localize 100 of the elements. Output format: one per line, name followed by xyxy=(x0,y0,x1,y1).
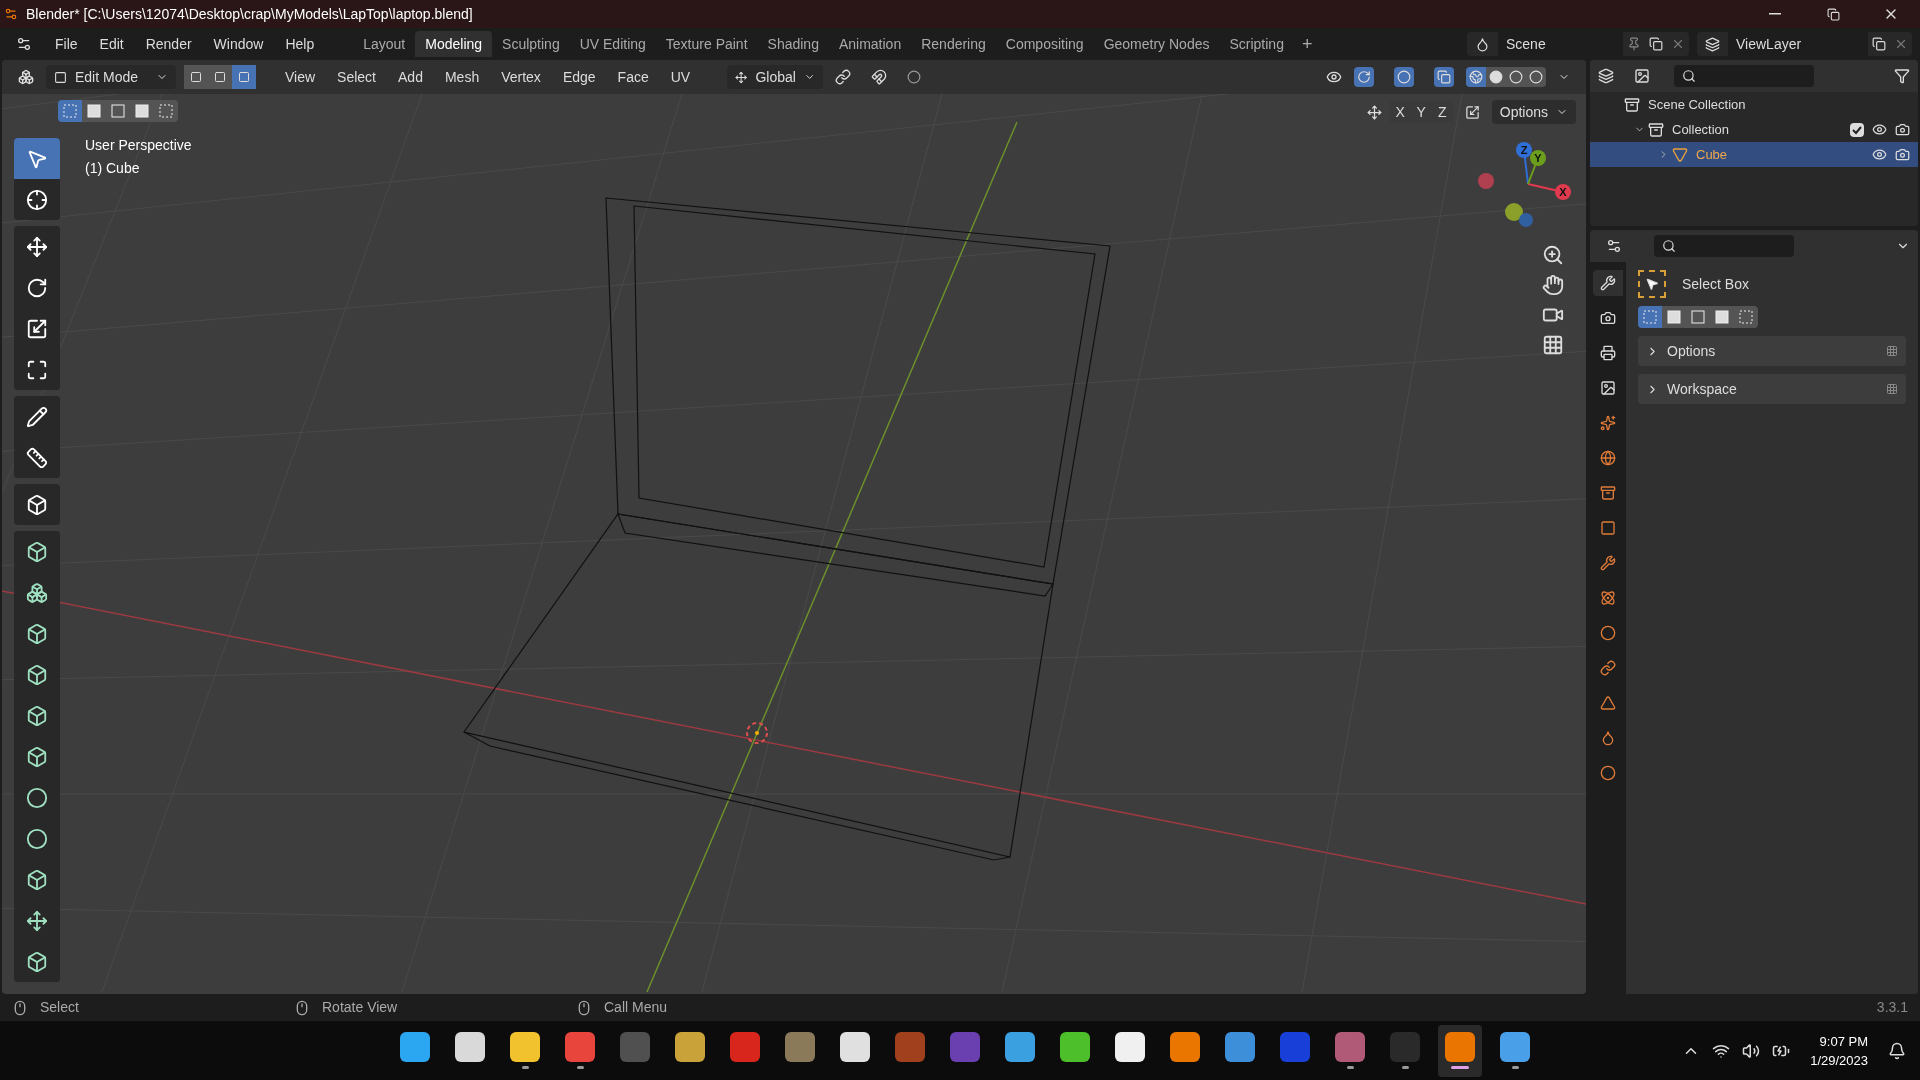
outliner-row[interactable]: Collection xyxy=(1590,117,1918,142)
menu-item[interactable]: Window xyxy=(202,31,275,57)
gizmo-axis-handle[interactable]: X xyxy=(1555,184,1571,200)
gizmo-axis-handle[interactable]: Z xyxy=(1516,142,1532,158)
menu-item[interactable]: UV xyxy=(661,65,700,89)
axis-dot[interactable] xyxy=(1519,213,1533,227)
workspace-tab[interactable]: Compositing xyxy=(995,31,1094,57)
drag-handle-icon[interactable] xyxy=(1886,383,1898,395)
workspace-tab[interactable]: Geometry Nodes xyxy=(1093,31,1220,57)
search-field[interactable] xyxy=(1674,65,1814,87)
clock-time[interactable]: 9:07 PM xyxy=(1819,1031,1868,1051)
square-icon xyxy=(1715,310,1729,324)
blender-menu-icon[interactable] xyxy=(16,36,32,52)
volume-icon[interactable] xyxy=(1742,1041,1761,1060)
select-mode-button[interactable] xyxy=(208,65,232,89)
workspace-tab[interactable]: Modeling xyxy=(415,31,493,57)
taskbar-app[interactable] xyxy=(1438,1024,1482,1077)
properties-tab[interactable] xyxy=(1593,270,1623,296)
selection-mode-button[interactable] xyxy=(1734,306,1758,328)
workspace-tab[interactable]: Texture Paint xyxy=(655,31,758,57)
outliner-row[interactable]: Scene Collection xyxy=(1590,92,1918,117)
snap-icon[interactable] xyxy=(1464,104,1480,120)
axis-dot[interactable] xyxy=(1478,173,1494,189)
square-icon xyxy=(159,104,173,118)
collection-icon xyxy=(1648,121,1664,138)
visibility-icon[interactable] xyxy=(1326,69,1342,85)
workspace-tab[interactable]: UV Editing xyxy=(569,31,656,57)
menu-item[interactable]: Face xyxy=(608,65,658,89)
grid-icon[interactable] xyxy=(1542,334,1564,356)
selection-mode-button[interactable] xyxy=(1662,306,1686,328)
wireframe-shading-icon[interactable] xyxy=(1466,67,1486,87)
menu-item[interactable]: Render xyxy=(134,31,203,57)
scene-field[interactable]: Scene xyxy=(1498,32,1623,56)
menu-item[interactable]: File xyxy=(44,31,89,57)
filter-icon[interactable] xyxy=(1894,68,1910,84)
search-field[interactable] xyxy=(1654,235,1794,257)
display-mode-icon[interactable] xyxy=(1634,68,1650,84)
workspace-tab[interactable]: Shading xyxy=(757,31,829,57)
circle-icon xyxy=(1600,625,1616,641)
options-dropdown[interactable]: Options xyxy=(1491,100,1576,124)
xray-toggle-icon[interactable] xyxy=(1434,67,1454,87)
editor-type-icon[interactable] xyxy=(1598,68,1614,84)
axis-dot[interactable] xyxy=(1505,203,1523,221)
workspace-tab[interactable]: Scripting xyxy=(1219,31,1294,57)
pivot-icon[interactable] xyxy=(835,69,852,85)
new-scene-icon[interactable] xyxy=(1649,37,1663,51)
zoom-icon[interactable] xyxy=(1542,244,1564,266)
workspace-tab[interactable]: Sculpting xyxy=(492,31,570,57)
eye-icon[interactable] xyxy=(1872,147,1887,162)
select-mode-button[interactable] xyxy=(232,65,256,89)
outliner-row[interactable]: Cube xyxy=(1590,142,1918,167)
select-mode-button[interactable] xyxy=(184,65,208,89)
cube-icon xyxy=(26,540,48,563)
panel-header[interactable]: Options xyxy=(1638,336,1906,366)
editor-type-icon[interactable] xyxy=(1606,238,1622,254)
mode-dropdown[interactable]: Edit Mode xyxy=(46,65,176,89)
axis-lock-icon[interactable] xyxy=(1366,104,1382,120)
drag-handle-icon[interactable] xyxy=(1886,345,1898,357)
hand-icon[interactable] xyxy=(1542,274,1564,296)
square-icon xyxy=(135,104,149,118)
checkbox[interactable] xyxy=(1850,122,1864,137)
eye-icon[interactable] xyxy=(1872,122,1887,137)
new-layer-icon[interactable] xyxy=(1872,37,1886,51)
menu-item[interactable]: Edit xyxy=(88,31,135,57)
close-icon[interactable] xyxy=(1894,37,1908,51)
workspace-tab[interactable]: Rendering xyxy=(911,31,996,57)
clock-date[interactable]: 1/29/2023 xyxy=(1810,1050,1868,1070)
view-layer-icon[interactable] xyxy=(1705,36,1720,52)
image-icon xyxy=(1600,380,1616,396)
menu-item[interactable]: Add xyxy=(389,65,432,89)
workspace-tab[interactable]: Animation xyxy=(828,31,912,57)
view-layer-field[interactable]: ViewLayer xyxy=(1728,32,1868,56)
orientation-dropdown[interactable]: Global xyxy=(727,65,824,89)
rendered-shading-icon[interactable] xyxy=(1526,67,1546,87)
camera-icon[interactable] xyxy=(1895,147,1910,162)
solid-shading-icon[interactable] xyxy=(1486,67,1506,87)
selection-mode-button[interactable] xyxy=(154,100,178,122)
add-workspace-button[interactable]: + xyxy=(1293,30,1321,58)
gizmo-toggle-icon[interactable] xyxy=(1354,67,1374,87)
editor-type-icon[interactable] xyxy=(18,69,34,85)
cube-icon xyxy=(26,868,48,891)
scene-icon[interactable] xyxy=(1475,36,1490,52)
app-logo-icon xyxy=(4,7,18,21)
snap-icon[interactable] xyxy=(871,69,888,85)
gizmo-axis-handle[interactable]: Y xyxy=(1530,150,1546,166)
menu-item[interactable]: Vertex xyxy=(492,65,550,89)
menu-item[interactable]: Help xyxy=(274,31,326,57)
menu-item[interactable]: Select xyxy=(328,65,385,89)
proportional-edit-icon[interactable] xyxy=(907,70,922,84)
close-icon[interactable] xyxy=(1671,37,1685,51)
notification-icon[interactable] xyxy=(1888,1041,1906,1060)
selection-mode-button[interactable] xyxy=(82,100,106,122)
pin-icon[interactable] xyxy=(1627,37,1641,51)
camera-icon[interactable] xyxy=(1895,122,1910,137)
menu-item[interactable]: Edge xyxy=(553,65,605,89)
workspace-tab[interactable]: Layout xyxy=(353,31,416,57)
panel-header[interactable]: Workspace xyxy=(1638,374,1906,404)
menu-item[interactable]: View xyxy=(276,65,325,89)
overlay-toggle-icon[interactable] xyxy=(1394,67,1414,87)
menu-item[interactable]: Mesh xyxy=(435,65,489,89)
